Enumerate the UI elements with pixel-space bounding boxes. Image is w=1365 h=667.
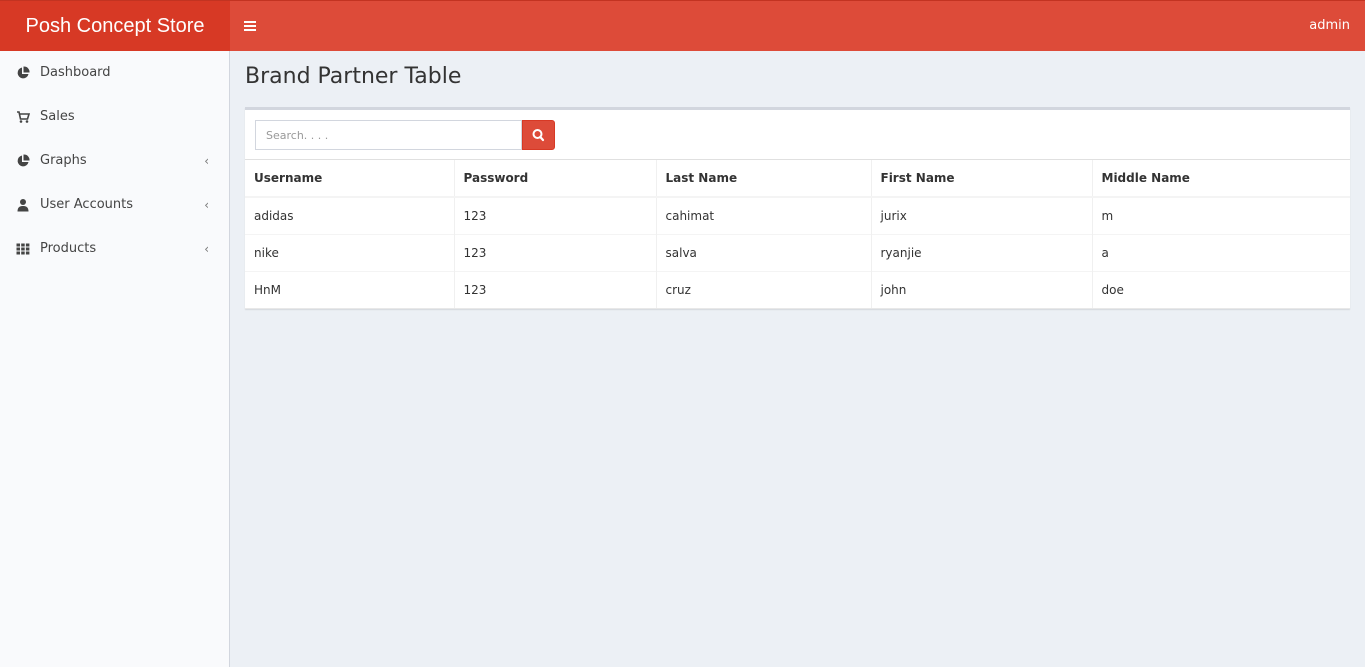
search-input[interactable]: [255, 120, 522, 150]
table-cell: HnM: [245, 270, 455, 309]
table-cell: 123: [454, 196, 657, 234]
sidebar-item-label: Sales: [40, 109, 75, 124]
column-header[interactable]: Username: [245, 160, 455, 198]
user-icon: [17, 199, 29, 212]
brand-partner-table: Username Password Last Name First Name M…: [245, 160, 1350, 309]
column-header[interactable]: Middle Name: [1092, 160, 1350, 198]
chevron-left-icon: ‹: [204, 154, 209, 168]
grid-icon: [16, 243, 30, 255]
table-box: Username Password Last Name First Name M…: [245, 107, 1350, 309]
chevron-left-icon: ‹: [204, 198, 209, 212]
sidebar-item-sales[interactable]: Sales: [0, 95, 229, 139]
pie-chart-icon: [17, 66, 30, 79]
sidebar-item-label: User Accounts: [40, 197, 134, 212]
column-header[interactable]: First Name: [871, 160, 1093, 198]
chevron-left-icon: ‹: [204, 242, 209, 256]
search-bar: [255, 120, 555, 150]
table-cell: cruz: [656, 270, 872, 309]
table-header-row: Username Password Last Name First Name M…: [245, 160, 1350, 198]
user-menu[interactable]: admin: [1309, 1, 1350, 51]
table-cell: john: [871, 270, 1093, 309]
sidebar-item-label: Products: [40, 241, 97, 256]
sidebar: Dashboard Sales Graphs ‹ User Accounts ‹: [0, 51, 230, 667]
sidebar-item-label: Dashboard: [40, 65, 111, 80]
table-row[interactable]: HnM 123 cruz john doe: [245, 270, 1350, 309]
sidebar-item-user-accounts[interactable]: User Accounts ‹: [0, 183, 229, 227]
table-cell: nike: [245, 233, 455, 271]
column-header[interactable]: Last Name: [656, 160, 872, 198]
table-cell: jurix: [871, 196, 1093, 234]
sidebar-item-label: Graphs: [40, 153, 87, 168]
table-cell: ryanjie: [871, 233, 1093, 271]
table-cell: cahimat: [656, 196, 872, 234]
search-icon: [532, 129, 545, 142]
sidebar-item-products[interactable]: Products ‹: [0, 227, 229, 271]
table-cell: 123: [454, 270, 657, 309]
top-header: Posh Concept Store admin: [0, 0, 1365, 51]
table-cell: salva: [656, 233, 872, 271]
table-cell: doe: [1092, 270, 1350, 309]
sidebar-item-dashboard[interactable]: Dashboard: [0, 51, 229, 95]
hamburger-icon[interactable]: [240, 16, 260, 36]
table-row[interactable]: adidas 123 cahimat jurix m: [245, 196, 1350, 234]
column-header[interactable]: Password: [454, 160, 657, 198]
table-cell: 123: [454, 233, 657, 271]
sidebar-item-graphs[interactable]: Graphs ‹: [0, 139, 229, 183]
table-cell: a: [1092, 233, 1350, 271]
app-logo[interactable]: Posh Concept Store: [0, 1, 230, 51]
table-cell: adidas: [245, 196, 455, 234]
table-cell: m: [1092, 196, 1350, 234]
page-title: Brand Partner Table: [245, 64, 462, 89]
pie-chart-icon: [17, 154, 30, 167]
search-button[interactable]: [522, 120, 555, 150]
table-row[interactable]: nike 123 salva ryanjie a: [245, 233, 1350, 271]
cart-icon: [17, 111, 30, 123]
